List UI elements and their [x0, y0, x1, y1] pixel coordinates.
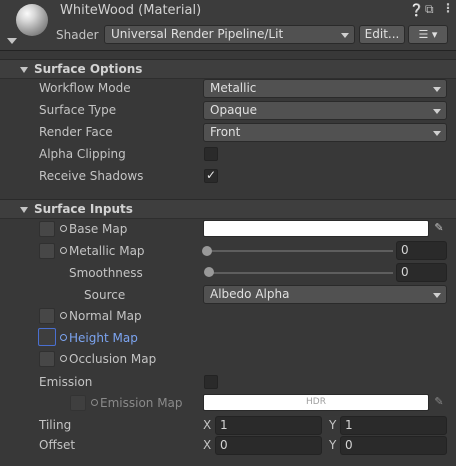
chevron-down-icon — [341, 33, 349, 38]
base-map-color-field[interactable] — [203, 220, 429, 237]
source-dropdown[interactable]: Albedo Alpha — [203, 285, 447, 304]
workflow-mode-value: Metallic — [210, 81, 257, 95]
source-value: Albedo Alpha — [210, 287, 290, 301]
receive-shadows-label: Receive Shadows — [39, 169, 144, 183]
height-map-label: Height Map — [69, 331, 138, 345]
help-icon[interactable]: ❔ — [409, 3, 424, 17]
smoothness-slider-track[interactable] — [207, 272, 393, 274]
surface-type-dropdown[interactable]: Opaque — [203, 101, 447, 120]
emission-checkbox[interactable] — [204, 375, 218, 389]
surface-options-title: Surface Options — [34, 62, 143, 76]
settings-sliders-icon[interactable]: ⧉ — [425, 2, 434, 17]
shader-dropdown[interactable]: Universal Render Pipeline/Lit — [104, 25, 355, 44]
metallic-slider-track[interactable] — [207, 250, 393, 252]
texture-picker-icon[interactable] — [60, 334, 67, 341]
render-face-value: Front — [210, 125, 241, 139]
foldout-arrow-icon — [20, 67, 28, 73]
chevron-down-icon — [433, 131, 441, 136]
render-face-label: Render Face — [39, 125, 113, 139]
metallic-slider-knob[interactable] — [202, 246, 212, 256]
material-sphere-icon — [16, 4, 48, 36]
texture-picker-icon[interactable] — [60, 312, 67, 319]
receive-shadows-checkbox[interactable] — [204, 168, 218, 183]
occlusion-map-texture-slot[interactable] — [39, 351, 55, 367]
emission-color-field[interactable]: HDR — [203, 394, 429, 411]
foldout-arrow-icon — [20, 207, 28, 213]
chevron-down-icon — [433, 87, 441, 92]
normal-map-label: Normal Map — [69, 309, 142, 323]
shader-dropdown-value: Universal Render Pipeline/Lit — [111, 27, 284, 41]
hdr-badge: HDR — [306, 397, 326, 407]
occlusion-map-label: Occlusion Map — [69, 352, 157, 366]
tiling-y-label: Y — [329, 418, 337, 432]
offset-x-label: X — [203, 438, 212, 452]
emission-label: Emission — [39, 375, 93, 389]
tiling-x-field[interactable]: 1 — [215, 416, 322, 435]
chevron-down-icon — [433, 109, 441, 114]
offset-y-field[interactable]: 0 — [340, 436, 447, 455]
metallic-value-field[interactable]: 0 — [396, 241, 447, 260]
list-menu-icon: ☰ ▾ — [418, 28, 438, 41]
height-map-texture-slot[interactable] — [38, 328, 56, 346]
shader-label: Shader — [56, 28, 99, 42]
surface-inputs-title: Surface Inputs — [34, 202, 133, 216]
base-map-label: Base Map — [69, 222, 128, 236]
texture-picker-icon[interactable] — [60, 355, 67, 362]
smoothness-value-field[interactable]: 0 — [396, 263, 447, 282]
emission-map-texture-slot[interactable] — [70, 395, 86, 411]
surface-inputs-header[interactable]: Surface Inputs — [0, 199, 456, 219]
shader-list-button[interactable]: ☰ ▾ — [408, 25, 448, 44]
texture-picker-icon[interactable] — [91, 399, 98, 406]
material-title: WhiteWood (Material) — [60, 3, 202, 18]
alpha-clipping-checkbox[interactable] — [204, 147, 218, 161]
tiling-x-label: X — [203, 418, 212, 432]
texture-picker-icon[interactable] — [60, 225, 67, 232]
surface-type-label: Surface Type — [39, 103, 117, 117]
header-foldout-arrow[interactable] — [7, 38, 17, 44]
normal-map-texture-slot[interactable] — [39, 308, 55, 324]
smoothness-label: Smoothness — [69, 266, 143, 280]
workflow-mode-dropdown[interactable]: Metallic — [203, 79, 447, 98]
tiling-label: Tiling — [39, 418, 72, 432]
tiling-y-field[interactable]: 1 — [340, 416, 447, 435]
eyedropper-icon[interactable]: ✎ — [432, 395, 446, 409]
smoothness-slider-knob[interactable] — [204, 267, 214, 277]
metallic-map-texture-slot[interactable] — [39, 243, 55, 259]
chevron-down-icon — [433, 293, 441, 298]
alpha-clipping-label: Alpha Clipping — [39, 147, 126, 161]
offset-label: Offset — [39, 438, 76, 452]
edit-shader-button[interactable]: Edit... — [359, 25, 405, 44]
surface-options-header[interactable]: Surface Options — [0, 59, 456, 79]
eyedropper-icon[interactable]: ✎ — [432, 221, 446, 235]
surface-type-value: Opaque — [210, 103, 258, 117]
source-label: Source — [84, 288, 126, 302]
offset-y-label: Y — [329, 438, 337, 452]
render-face-dropdown[interactable]: Front — [203, 123, 447, 142]
offset-x-field[interactable]: 0 — [215, 436, 322, 455]
emission-map-label: Emission Map — [100, 396, 183, 410]
more-menu-icon[interactable]: ⋮ — [442, 1, 454, 15]
metallic-map-label: Metallic Map — [69, 244, 145, 258]
workflow-mode-label: Workflow Mode — [39, 81, 131, 95]
base-map-texture-slot[interactable] — [39, 221, 55, 237]
texture-picker-icon[interactable] — [60, 247, 67, 254]
